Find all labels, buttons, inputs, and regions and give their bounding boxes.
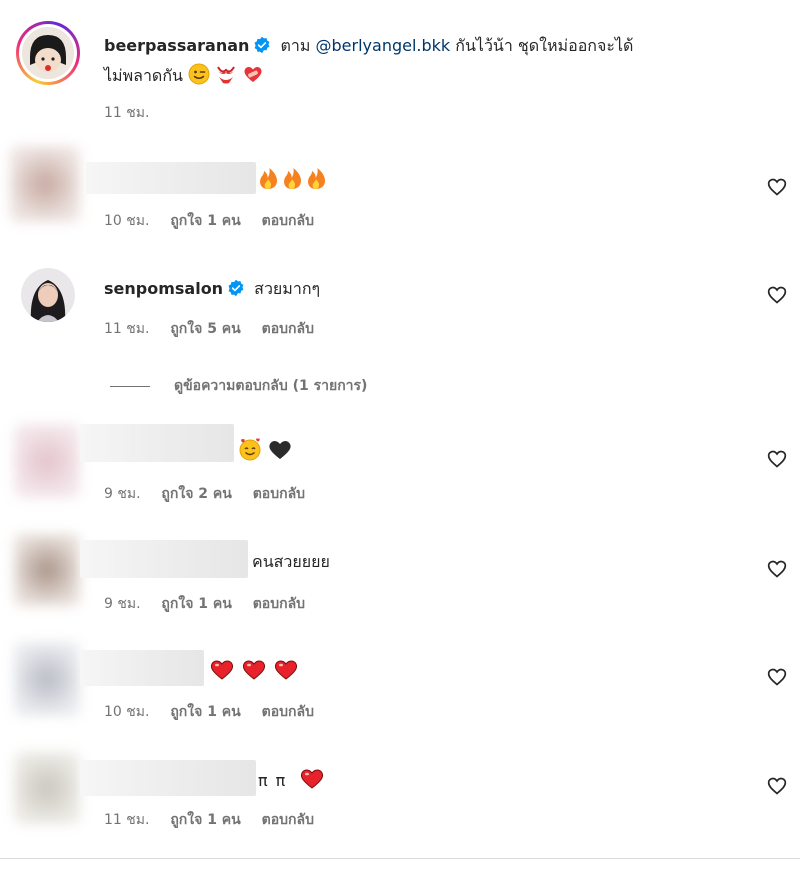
- like-count[interactable]: ถูกใจ 1 คน: [170, 812, 240, 828]
- comment-text-label: ππ: [258, 771, 294, 790]
- red-heart-emoji-icon: [210, 660, 298, 680]
- comment-meta: 10 ชม. ถูกใจ 1 คน ตอบกลับ: [104, 701, 330, 723]
- timestamp: 9 ชม.: [104, 486, 141, 502]
- red-heart-emoji-icon: [301, 769, 324, 789]
- heart-outline-icon[interactable]: [767, 559, 787, 579]
- reply-button[interactable]: ตอบกลับ: [262, 812, 314, 828]
- avatar-beerpassaranan[interactable]: [16, 21, 80, 85]
- timestamp: 11 ชม.: [104, 321, 150, 337]
- like-count[interactable]: ถูกใจ 2 คน: [161, 486, 231, 502]
- avatar-blurred[interactable]: [10, 146, 80, 222]
- comment-meta: 9 ชม. ถูกใจ 1 คน ตอบกลับ: [104, 593, 321, 615]
- mention-link[interactable]: @berlyangel.bkk: [316, 36, 451, 55]
- comment-text-prefix: ตาม: [280, 36, 311, 55]
- avatar-blurred[interactable]: [14, 534, 80, 606]
- avatar-blurred[interactable]: [14, 642, 80, 716]
- heart-outline-icon[interactable]: [767, 667, 787, 687]
- fire-emoji-icon: [260, 168, 325, 189]
- view-replies-button[interactable]: ดูข้อความตอบกลับ (1 รายการ): [110, 375, 367, 397]
- view-replies-label[interactable]: ดูข้อความตอบกลับ (1 รายการ): [174, 375, 367, 397]
- username-blurred[interactable]: [86, 162, 256, 194]
- comment-text: ππ: [258, 766, 328, 790]
- timestamp: 11 ชม.: [104, 105, 150, 121]
- like-count[interactable]: ถูกใจ 5 คน: [170, 321, 240, 337]
- heart-outline-icon[interactable]: [767, 449, 787, 469]
- timestamp: 9 ชม.: [104, 596, 141, 612]
- like-count[interactable]: ถูกใจ 1 คน: [170, 704, 240, 720]
- username-blurred[interactable]: [80, 540, 248, 578]
- comment-meta: 11 ชม.: [104, 102, 165, 124]
- comment-text: [208, 657, 302, 681]
- reply-button[interactable]: ตอบกลับ: [262, 213, 314, 229]
- comment-meta: 10 ชม. ถูกใจ 1 คน ตอบกลับ: [104, 210, 330, 232]
- reply-button[interactable]: ตอบกลับ: [262, 704, 314, 720]
- verified-badge-icon: [228, 279, 244, 297]
- comment-meta: 11 ชม. ถูกใจ 1 คน ตอบกลับ: [104, 809, 330, 831]
- avatar-blurred[interactable]: [14, 752, 80, 824]
- reply-button[interactable]: ตอบกลับ: [253, 596, 305, 612]
- comment-meta: 9 ชม. ถูกใจ 2 คน ตอบกลับ: [104, 483, 321, 505]
- comment-username[interactable]: senpomsalon: [104, 279, 223, 298]
- black-heart-emoji-icon: [269, 441, 291, 459]
- username-blurred[interactable]: [80, 424, 234, 462]
- smiling-face-with-hearts-emoji-icon: [239, 438, 261, 461]
- timestamp: 10 ชม.: [104, 213, 150, 229]
- comment-text: [238, 437, 293, 461]
- comment-text: กันไว้น้า ชุดใหม่ออกจะได้: [455, 36, 634, 55]
- comment-text: [256, 164, 328, 190]
- username-blurred[interactable]: [80, 650, 204, 686]
- heart-outline-icon[interactable]: [767, 285, 787, 305]
- avatar-senpomsalon[interactable]: [21, 268, 75, 322]
- like-count[interactable]: ถูกใจ 1 คน: [170, 213, 240, 229]
- comment-username[interactable]: beerpassaranan: [104, 36, 249, 55]
- like-count[interactable]: ถูกใจ 1 คน: [161, 596, 231, 612]
- view-replies-line: [110, 385, 150, 387]
- timestamp: 10 ชม.: [104, 704, 150, 720]
- bikini-emoji-icon: [217, 66, 236, 84]
- reply-button[interactable]: ตอบกลับ: [253, 486, 305, 502]
- comment-text: คนสวยยยย: [252, 552, 330, 571]
- comment-text: สวยมากๆ: [254, 279, 321, 298]
- timestamp: 11 ชม.: [104, 812, 150, 828]
- heart-bandage-emoji-icon: [244, 67, 262, 82]
- reply-button[interactable]: ตอบกลับ: [262, 321, 314, 337]
- divider: [0, 858, 800, 859]
- avatar-blurred[interactable]: [14, 424, 80, 498]
- comment-body: beerpassaranan ตาม @berlyangel.bkk กันไว…: [104, 31, 764, 91]
- verified-badge-icon: [254, 36, 270, 54]
- username-blurred[interactable]: [80, 760, 256, 796]
- heart-outline-icon[interactable]: [767, 177, 787, 197]
- heart-outline-icon[interactable]: [767, 776, 787, 796]
- wink-emoji-icon: [188, 63, 210, 85]
- comment-body: senpomsalon สวยมากๆ: [104, 274, 320, 304]
- comment-text: ไม่พลาดกัน: [104, 66, 183, 85]
- comment-meta: 11 ชม. ถูกใจ 5 คน ตอบกลับ: [104, 318, 330, 340]
